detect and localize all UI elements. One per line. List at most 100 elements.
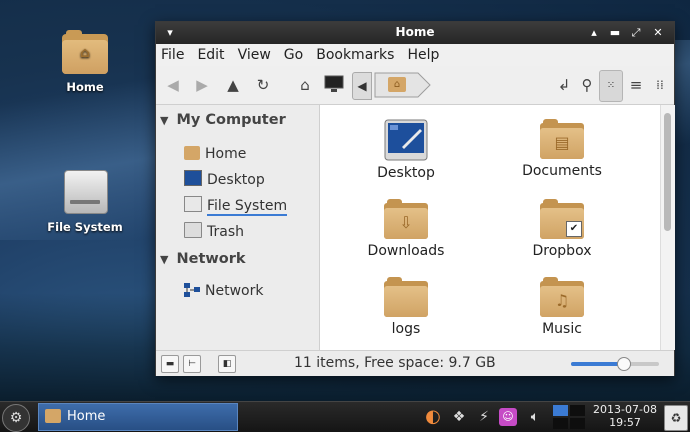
network-icon: [184, 283, 200, 297]
power-plug-icon[interactable]: ⚡: [475, 408, 493, 426]
file-item-label: Downloads: [367, 243, 445, 259]
file-item-downloads[interactable]: ⇩ Downloads: [336, 199, 476, 259]
zoom-slider[interactable]: [571, 357, 659, 371]
list-view-icon[interactable]: ≡: [625, 75, 647, 95]
file-item-label: Documents: [522, 163, 602, 179]
orange-app-icon[interactable]: ◐: [424, 408, 442, 426]
workspace-1[interactable]: [553, 405, 568, 416]
file-item-logs[interactable]: logs: [336, 277, 476, 337]
sidebar-item-label: Home: [205, 146, 247, 162]
computer-icon[interactable]: [323, 75, 345, 95]
sidebar-tree-toggle-icon[interactable]: ⊢: [183, 355, 201, 373]
file-item-desktop[interactable]: Desktop: [336, 119, 476, 181]
sidebar-item-trash[interactable]: Trash: [184, 222, 244, 242]
menu-bookmarks[interactable]: Bookmarks: [316, 47, 394, 63]
music-folder-icon: ♫: [540, 277, 584, 317]
desktop-icon-label: Home: [66, 80, 104, 94]
grid-icon: ⁙: [606, 80, 616, 91]
close-icon[interactable]: ✕: [650, 24, 666, 42]
sidebar-item-label: File System: [207, 198, 288, 216]
statusbar: ▬ ⊢ ◧ 11 items, Free space: 9.7 GB: [156, 350, 674, 376]
task-button-home[interactable]: Home: [38, 403, 238, 431]
clock-date: 2013-07-08: [593, 403, 657, 416]
menu-view[interactable]: View: [238, 47, 271, 63]
workspace-3[interactable]: [553, 418, 568, 429]
sidebar-item-home[interactable]: Home: [184, 144, 246, 164]
workspace-2[interactable]: [570, 405, 585, 416]
sidebar-item-label: Network: [205, 283, 264, 299]
home-icon[interactable]: ⌂: [294, 75, 316, 95]
breadcrumb-home-segment[interactable]: ⌂: [374, 72, 432, 98]
path-toggle-icon[interactable]: ↲: [553, 75, 575, 95]
clock-time: 19:57: [609, 416, 641, 429]
file-item-music[interactable]: ♫ Music: [492, 277, 632, 337]
forward-arrow-icon[interactable]: ▶: [191, 75, 213, 95]
desktop-icon-label: File System: [47, 220, 123, 234]
file-view: Desktop ▤ Documents ⇩ Downloads ✔ Dropbo…: [320, 105, 660, 350]
folder-icon: [384, 277, 428, 317]
minimize-icon[interactable]: ▬: [607, 24, 623, 42]
menu-edit[interactable]: Edit: [197, 47, 224, 63]
app-menu-icon[interactable]: ⚙: [2, 404, 30, 432]
icon-view-button[interactable]: ⁙: [599, 70, 623, 102]
file-item-dropbox[interactable]: ✔ Dropbox: [492, 199, 632, 259]
places-sidebar: ▼ My Computer Home Desktop File System Tr…: [156, 105, 320, 350]
home-folder-icon: [184, 146, 200, 160]
workspace-4[interactable]: [570, 418, 585, 429]
desktop-icon-home[interactable]: ⌂ Home: [30, 30, 140, 94]
window-titlebar[interactable]: ▾ Home ▴ ▬ ⤢ ✕: [156, 22, 674, 44]
sidebar-section-title: My Computer: [176, 112, 286, 128]
menu-file[interactable]: File: [161, 47, 184, 63]
sidebar-item-desktop[interactable]: Desktop: [184, 170, 265, 190]
collapse-arrow-icon[interactable]: ▼: [160, 253, 168, 266]
up-arrow-icon[interactable]: ▲: [222, 75, 244, 95]
sidebar-item-file-system[interactable]: File System: [184, 196, 288, 216]
clock[interactable]: 2013-07-08 19:57: [590, 403, 660, 429]
zoom-slider-handle[interactable]: [616, 357, 631, 371]
dropbox-folder-icon: ✔: [540, 199, 584, 239]
maximize-icon[interactable]: ⤢: [628, 24, 644, 42]
file-item-label: logs: [391, 321, 421, 337]
drive-icon: [184, 196, 202, 212]
file-manager-window: ▾ Home ▴ ▬ ⤢ ✕ File Edit View Go Bookmar…: [155, 21, 675, 376]
workspace-switcher[interactable]: [553, 405, 587, 429]
file-item-label: Desktop: [377, 165, 435, 181]
sidebar-section-network[interactable]: ▼ Network: [160, 251, 246, 267]
sidebar-item-network[interactable]: Network: [184, 281, 263, 301]
chat-icon[interactable]: ☺: [499, 408, 517, 426]
file-item-documents[interactable]: ▤ Documents: [492, 119, 632, 179]
desktop-icon: [184, 170, 202, 186]
trash-icon: [184, 222, 202, 238]
volume-icon[interactable]: 🔈︎: [526, 408, 544, 426]
sidebar-hide-icon[interactable]: ◧: [218, 355, 236, 373]
file-item-label: Music: [542, 321, 582, 337]
home-folder-icon: [45, 409, 61, 423]
vertical-scrollbar[interactable]: [660, 105, 675, 350]
desktop-folder-icon: [384, 119, 428, 161]
scrollbar-thumb[interactable]: [664, 113, 671, 231]
sidebar-section-my-computer[interactable]: ▼ My Computer: [160, 112, 286, 128]
compact-view-icon[interactable]: ⁞⁞: [649, 75, 671, 95]
shade-icon[interactable]: ▴: [586, 24, 602, 42]
taskbar: ⚙ Home ◐ ❖ ⚡ ☺ 🔈︎ 2013-07-08 19:57 ♻: [0, 401, 690, 432]
sidebar-item-label: Desktop: [207, 172, 265, 188]
back-arrow-icon[interactable]: ◀: [162, 75, 184, 95]
sidebar-section-title: Network: [176, 251, 246, 267]
status-text: 11 items, Free space: 9.7 GB: [294, 355, 496, 371]
menubar: File Edit View Go Bookmarks Help: [156, 44, 674, 66]
dropbox-icon[interactable]: ❖: [450, 408, 468, 426]
trash-applet-icon[interactable]: ♻: [664, 405, 688, 431]
menu-go[interactable]: Go: [284, 47, 303, 63]
task-button-label: Home: [67, 409, 106, 424]
file-item-label: Dropbox: [532, 243, 592, 259]
documents-folder-icon: ▤: [540, 119, 584, 159]
toolbar: ◀ ▶ ▲ ↻ ⌂ ◀ ⌂ ↲ ⚲ ⁙ ≡ ⁞⁞: [156, 66, 674, 105]
sidebar-places-toggle-icon[interactable]: ▬: [161, 355, 179, 373]
collapse-arrow-icon[interactable]: ▼: [160, 114, 168, 127]
reload-icon[interactable]: ↻: [252, 75, 274, 95]
desktop-icon-file-system[interactable]: File System: [30, 168, 140, 234]
menu-help[interactable]: Help: [407, 47, 439, 63]
sync-check-icon: ✔: [566, 221, 582, 237]
search-icon[interactable]: ⚲: [576, 75, 598, 95]
breadcrumb-left-button[interactable]: ◀: [352, 72, 372, 100]
